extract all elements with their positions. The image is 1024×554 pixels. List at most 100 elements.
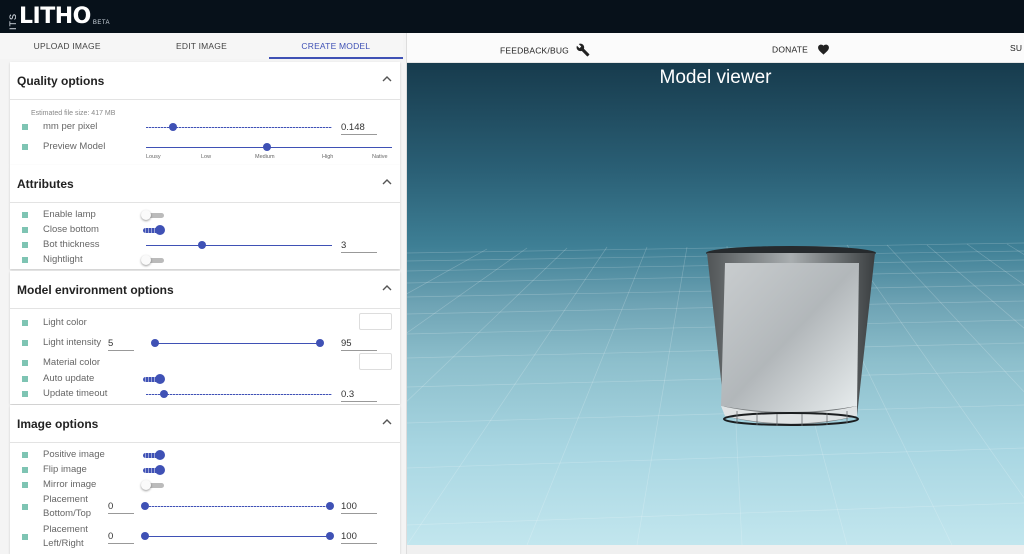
preview-model-slider[interactable] xyxy=(263,143,271,151)
environment-options-header[interactable]: Model environment options xyxy=(10,271,400,309)
feedback-bug-link[interactable]: FEEDBACK/BUG xyxy=(500,43,590,59)
chevron-up-icon[interactable] xyxy=(382,177,392,189)
update-timeout-row: Update timeout 0.3 xyxy=(10,387,400,402)
row-marker xyxy=(22,340,28,346)
positive-image-toggle[interactable] xyxy=(155,450,165,460)
placement-bottom-top-max-handle[interactable] xyxy=(326,502,334,510)
flip-image-label: Flip image xyxy=(43,464,87,475)
placement-bottom-top-min-handle[interactable] xyxy=(141,502,149,510)
row-marker xyxy=(22,227,28,233)
row-marker xyxy=(22,504,28,510)
logo-prefix: ITS xyxy=(8,12,18,30)
auto-update-toggle[interactable] xyxy=(155,374,165,384)
preview-tick-low: Low xyxy=(201,154,212,160)
nav-item-cut-off[interactable]: SU xyxy=(1010,43,1022,53)
row-marker xyxy=(22,320,28,326)
mirror-image-toggle[interactable] xyxy=(141,480,151,490)
enable-lamp-toggle[interactable] xyxy=(141,210,151,220)
update-timeout-track[interactable] xyxy=(146,394,332,395)
material-color-swatch[interactable] xyxy=(359,353,392,370)
enable-lamp-row: Enable lamp xyxy=(10,208,400,223)
heart-icon xyxy=(817,43,830,57)
light-color-swatch[interactable] xyxy=(359,313,392,330)
placement-left-right-row: Placement Left/Right 0 100 xyxy=(10,523,400,551)
preview-tick-high: High xyxy=(322,154,334,160)
model-viewer-canvas[interactable]: Model viewer xyxy=(407,63,1024,545)
tab-edit-image[interactable]: EDIT IMAGE xyxy=(134,33,268,59)
placement-bottom-top-min[interactable]: 0 xyxy=(108,501,134,514)
lamp-model-3d[interactable] xyxy=(407,63,1024,545)
placement-left-right-max-handle[interactable] xyxy=(326,532,334,540)
quality-options-panel: Quality options Estimated file size: 417… xyxy=(10,62,400,165)
placement-left-right-track[interactable] xyxy=(146,536,332,537)
preview-tick-lousy: Lousy xyxy=(146,154,161,160)
image-options-header[interactable]: Image options xyxy=(10,405,400,443)
light-intensity-max-handle[interactable] xyxy=(316,339,324,347)
close-bottom-toggle[interactable] xyxy=(155,225,165,235)
row-marker xyxy=(22,124,28,130)
preview-tick-native: Native xyxy=(372,154,388,160)
settings-sidebar: UPLOAD IMAGE EDIT IMAGE CREATE MODEL Qua… xyxy=(0,33,407,554)
chevron-up-icon[interactable] xyxy=(382,74,392,86)
chevron-up-icon[interactable] xyxy=(382,283,392,295)
bot-thickness-row: Bot thickness 3 xyxy=(10,238,400,253)
quality-options-title: Quality options xyxy=(17,74,105,88)
placement-left-right-min-handle[interactable] xyxy=(141,532,149,540)
nightlight-toggle[interactable] xyxy=(141,255,151,265)
nightlight-label: Nightlight xyxy=(43,254,83,265)
update-timeout-label: Update timeout xyxy=(43,388,108,399)
row-marker xyxy=(22,212,28,218)
positive-image-label: Positive image xyxy=(43,449,105,460)
donate-link[interactable]: DONATE xyxy=(772,43,830,57)
bot-thickness-slider[interactable] xyxy=(198,241,206,249)
close-bottom-row: Close bottom xyxy=(10,223,400,238)
material-color-row: Material color xyxy=(10,353,400,371)
preview-tick-medium: Medium xyxy=(255,154,275,160)
donate-label: DONATE xyxy=(772,44,808,55)
update-timeout-value[interactable]: 0.3 xyxy=(341,389,377,402)
bot-thickness-label: Bot thickness xyxy=(43,239,100,250)
flip-image-toggle[interactable] xyxy=(155,465,165,475)
update-timeout-slider[interactable] xyxy=(160,390,168,398)
mm-per-pixel-slider[interactable] xyxy=(169,123,177,131)
attributes-header[interactable]: Attributes xyxy=(10,165,400,203)
placement-left-right-min[interactable]: 0 xyxy=(108,531,134,544)
chevron-up-icon[interactable] xyxy=(382,417,392,429)
tab-create-model[interactable]: CREATE MODEL xyxy=(268,33,403,59)
environment-options-title: Model environment options xyxy=(17,283,174,297)
estimated-file-size: Estimated file size: 417 MB xyxy=(31,110,116,117)
app-logo[interactable]: ITS LITHO BETA xyxy=(8,2,110,30)
placement-bottom-top-max[interactable]: 100 xyxy=(341,501,377,514)
placement-left-right-max[interactable]: 100 xyxy=(341,531,377,544)
environment-options-panel: Model environment options Light color Li… xyxy=(10,271,400,404)
enable-lamp-label: Enable lamp xyxy=(43,209,96,220)
logo-beta-tag: BETA xyxy=(92,20,111,26)
top-bar: ITS LITHO BETA xyxy=(0,0,1024,33)
close-bottom-label: Close bottom xyxy=(43,224,99,235)
light-color-label: Light color xyxy=(43,317,87,328)
row-marker xyxy=(22,452,28,458)
light-intensity-max[interactable]: 95 xyxy=(341,338,377,351)
light-intensity-label: Light intensity xyxy=(43,337,102,348)
tab-upload-image[interactable]: UPLOAD IMAGE xyxy=(0,33,134,59)
light-intensity-min[interactable]: 5 xyxy=(108,338,134,351)
quality-options-header[interactable]: Quality options xyxy=(10,62,400,100)
top-nav: FEEDBACK/BUG DONATE SU xyxy=(407,33,1024,63)
viewer-bottom-strip xyxy=(407,545,1024,554)
preview-model-row: Preview Model xyxy=(10,140,400,155)
feedback-bug-label: FEEDBACK/BUG xyxy=(500,45,569,56)
logo-main: LITHO xyxy=(19,4,91,29)
mm-per-pixel-value[interactable]: 0.148 xyxy=(341,122,377,135)
viewer-area: FEEDBACK/BUG DONATE SU Model viewer xyxy=(407,33,1024,554)
bot-thickness-track[interactable] xyxy=(146,245,332,246)
attributes-panel: Attributes Enable lamp Close bottom Bot … xyxy=(10,165,400,269)
light-intensity-min-handle[interactable] xyxy=(151,339,159,347)
placement-bottom-top-label: Placement Bottom/Top xyxy=(43,494,92,519)
placement-bottom-top-track[interactable] xyxy=(146,506,332,507)
row-marker xyxy=(22,360,28,366)
attributes-title: Attributes xyxy=(17,177,74,191)
light-intensity-row: Light intensity 5 95 xyxy=(10,336,400,351)
tab-bar: UPLOAD IMAGE EDIT IMAGE CREATE MODEL xyxy=(0,33,403,59)
light-intensity-track[interactable] xyxy=(154,343,322,344)
bot-thickness-value[interactable]: 3 xyxy=(341,240,377,253)
